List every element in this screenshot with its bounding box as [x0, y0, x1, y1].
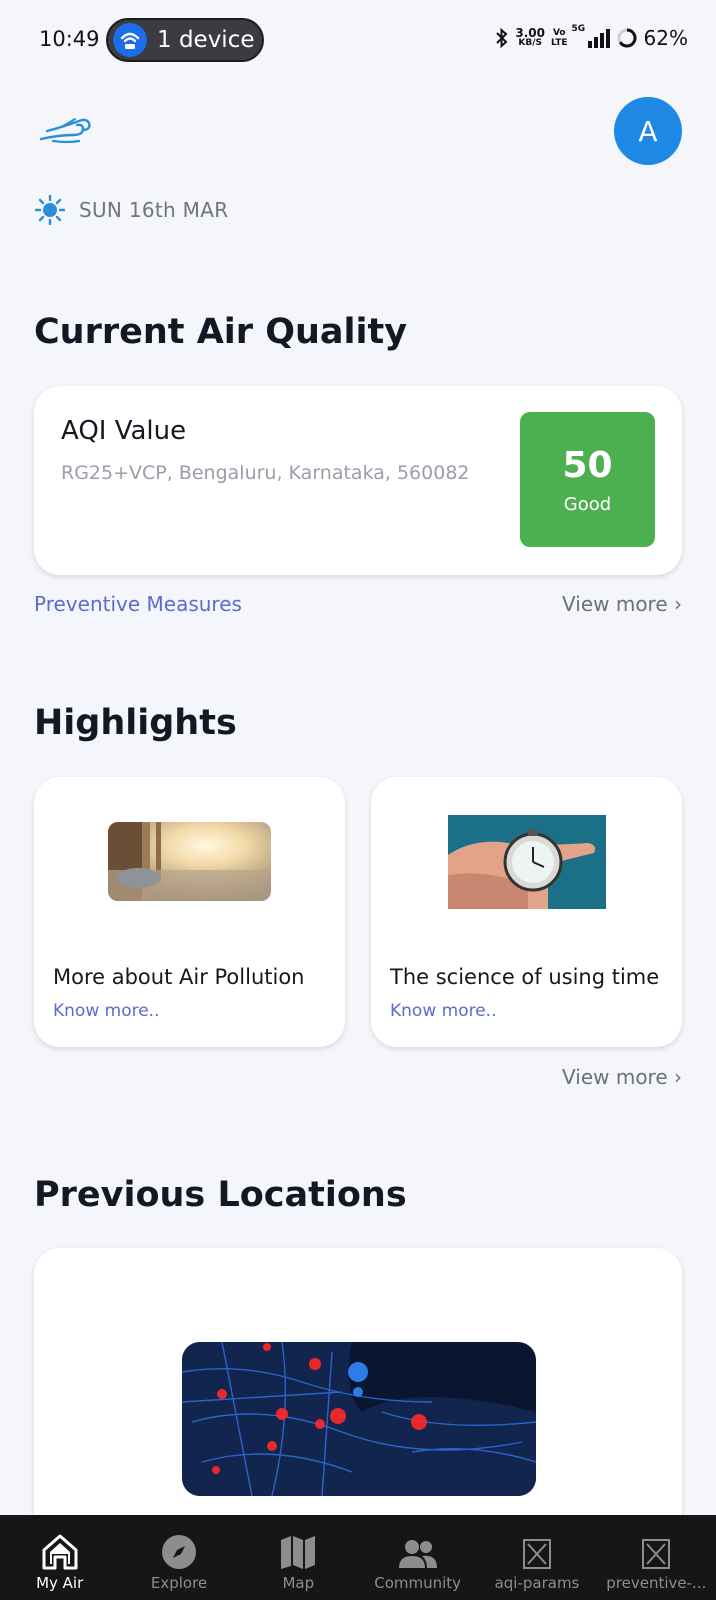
highlights-view-more-link[interactable]: View more › — [562, 1065, 682, 1089]
bottom-navigation: My Air Explore Map Community aqi-params — [0, 1515, 716, 1600]
aqi-card-title: AQI Value — [61, 416, 187, 446]
bluetooth-icon — [496, 28, 508, 48]
know-more-link[interactable]: Know more.. — [390, 1001, 496, 1021]
nav-item-aqi-params[interactable]: aqi-params — [477, 1515, 596, 1600]
nav-item-my-air[interactable]: My Air — [0, 1515, 119, 1600]
nav-item-explore[interactable]: Explore — [119, 1515, 238, 1600]
user-avatar[interactable]: A — [614, 97, 682, 165]
highlight-card[interactable]: More about Air Pollution Know more.. — [34, 777, 345, 1047]
network-speed: 3.00 KB/S — [515, 26, 545, 48]
aqi-badge: 50 Good — [520, 412, 655, 547]
section-title-previous-locations: Previous Locations — [34, 1175, 407, 1215]
broken-image-icon — [522, 1539, 551, 1569]
aqi-status-label: Good — [563, 493, 612, 515]
home-icon — [42, 1534, 78, 1570]
battery-percentage: 62% — [643, 26, 688, 50]
device-count-label: 1 device — [157, 27, 255, 53]
aqi-value: 50 — [562, 444, 613, 486]
previous-locations-card[interactable] — [34, 1248, 682, 1548]
wind-logo-icon — [39, 113, 97, 151]
status-indicators: 3.00 KB/S Vo LTE 5G 62% — [495, 24, 688, 50]
locations-map-image[interactable] — [182, 1342, 536, 1496]
sun-icon — [35, 195, 65, 225]
battery-ring-icon — [617, 28, 637, 48]
aqi-location-address: RG25+VCP, Bengaluru, Karnataka, 560082 — [61, 462, 470, 484]
broken-image-icon — [642, 1539, 671, 1569]
aqi-view-more-link[interactable]: View more › — [562, 592, 682, 616]
wifi-hotspot-icon — [113, 23, 147, 57]
nav-item-preventive[interactable]: preventive-... — [597, 1515, 716, 1600]
map-icon — [281, 1536, 316, 1569]
section-title-air-quality: Current Air Quality — [34, 312, 408, 352]
sunlit-window-image — [108, 822, 271, 901]
current-date: SUN 16th MAR — [79, 198, 229, 222]
nav-item-map[interactable]: Map — [239, 1515, 358, 1600]
status-time: 10:49 — [39, 27, 100, 51]
volte-indicator: Vo LTE — [551, 28, 568, 48]
signal-icon: 5G — [572, 24, 610, 48]
highlight-card[interactable]: The science of using time Know more.. — [371, 777, 682, 1047]
aqi-card[interactable]: AQI Value RG25+VCP, Bengaluru, Karnataka… — [34, 386, 682, 575]
section-title-highlights: Highlights — [34, 703, 237, 743]
pocket-watch-image — [448, 815, 606, 909]
highlight-title: The science of using time — [390, 965, 660, 989]
compass-icon — [161, 1535, 196, 1569]
people-icon — [398, 1540, 437, 1568]
preventive-measures-link[interactable]: Preventive Measures — [34, 592, 242, 616]
highlight-title: More about Air Pollution — [53, 965, 305, 989]
nav-item-community[interactable]: Community — [358, 1515, 477, 1600]
device-connection-pill[interactable]: 1 device — [106, 18, 264, 62]
know-more-link[interactable]: Know more.. — [53, 1001, 159, 1021]
date-row: SUN 16th MAR — [35, 195, 228, 225]
